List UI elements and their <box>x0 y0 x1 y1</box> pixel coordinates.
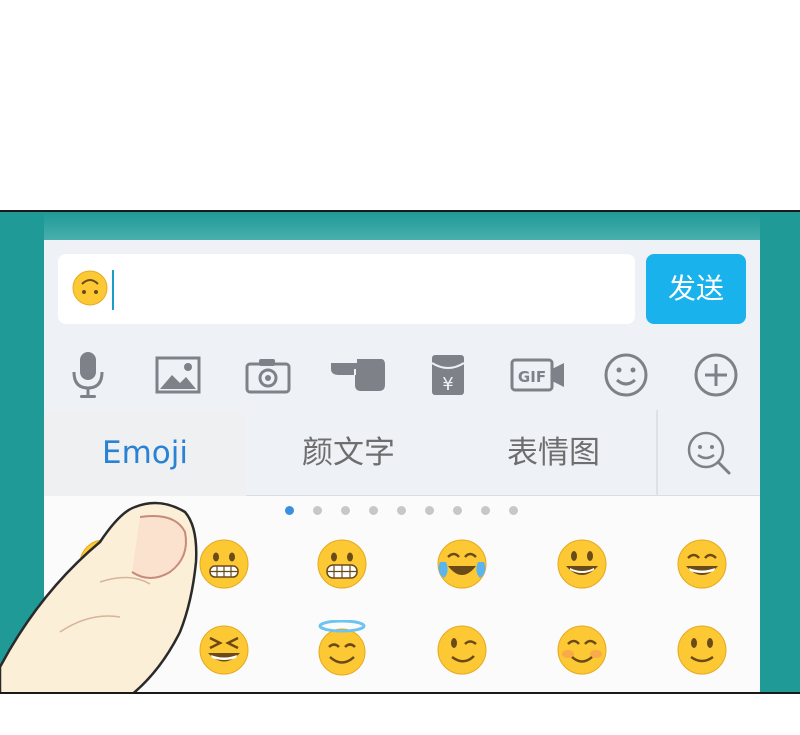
message-input[interactable] <box>58 254 635 324</box>
gif-icon[interactable]: GIF <box>508 340 568 410</box>
blushing-face-emoji[interactable] <box>556 624 608 676</box>
tab-kaomoji[interactable]: 颜文字 <box>246 410 451 496</box>
smiley-icon[interactable] <box>596 340 656 410</box>
camera-icon[interactable] <box>238 340 298 410</box>
halo-face-emoji[interactable] <box>316 620 368 678</box>
page-dot[interactable] <box>285 506 294 515</box>
input-toolbar: ¥ GIF <box>44 340 760 410</box>
page-dot[interactable] <box>341 506 350 515</box>
page-dot[interactable] <box>481 506 490 515</box>
grinning-face-emoji[interactable] <box>78 538 130 590</box>
page-dot[interactable] <box>425 506 434 515</box>
gif-label: GIF <box>518 368 546 386</box>
upside-down-face-emoji <box>72 270 108 306</box>
grimacing-face-emoji[interactable] <box>198 538 250 590</box>
phone-screen: 发送 ¥ GIF Emoji 颜文字 表情图 <box>44 240 760 692</box>
page-indicator <box>44 506 760 516</box>
text-cursor <box>112 270 114 310</box>
smiling-face-emoji[interactable] <box>556 538 608 590</box>
pointing-hand-icon[interactable] <box>328 340 388 410</box>
red-packet-icon[interactable]: ¥ <box>418 340 478 410</box>
grinning-squint-face-emoji[interactable] <box>676 538 728 590</box>
image-icon[interactable] <box>148 340 208 410</box>
page-dot[interactable] <box>313 506 322 515</box>
page-dot[interactable] <box>397 506 406 515</box>
plus-icon[interactable] <box>686 340 746 410</box>
page-dot[interactable] <box>453 506 462 515</box>
emoji-category-tabs: Emoji 颜文字 表情图 <box>44 410 760 496</box>
page-dot[interactable] <box>369 506 378 515</box>
emoji-grid-panel <box>44 496 760 692</box>
tab-emoji[interactable]: Emoji <box>44 410 246 496</box>
phone-status-strip <box>44 212 760 242</box>
slightly-smiling-face-emoji[interactable] <box>676 624 728 676</box>
emoji-search-icon[interactable] <box>658 410 760 496</box>
tears-of-joy-face-emoji[interactable] <box>436 538 488 590</box>
winking-face-emoji[interactable] <box>436 624 488 676</box>
grimacing-face-emoji[interactable] <box>316 538 368 590</box>
page-dot[interactable] <box>509 506 518 515</box>
laughing-face-emoji[interactable] <box>198 624 250 676</box>
microphone-icon[interactable] <box>58 340 118 410</box>
comic-panel-frame: 发送 ¥ GIF Emoji 颜文字 表情图 <box>0 210 800 694</box>
yen-symbol: ¥ <box>442 374 453 395</box>
tab-sticker[interactable]: 表情图 <box>451 410 656 496</box>
send-button[interactable]: 发送 <box>646 254 746 324</box>
